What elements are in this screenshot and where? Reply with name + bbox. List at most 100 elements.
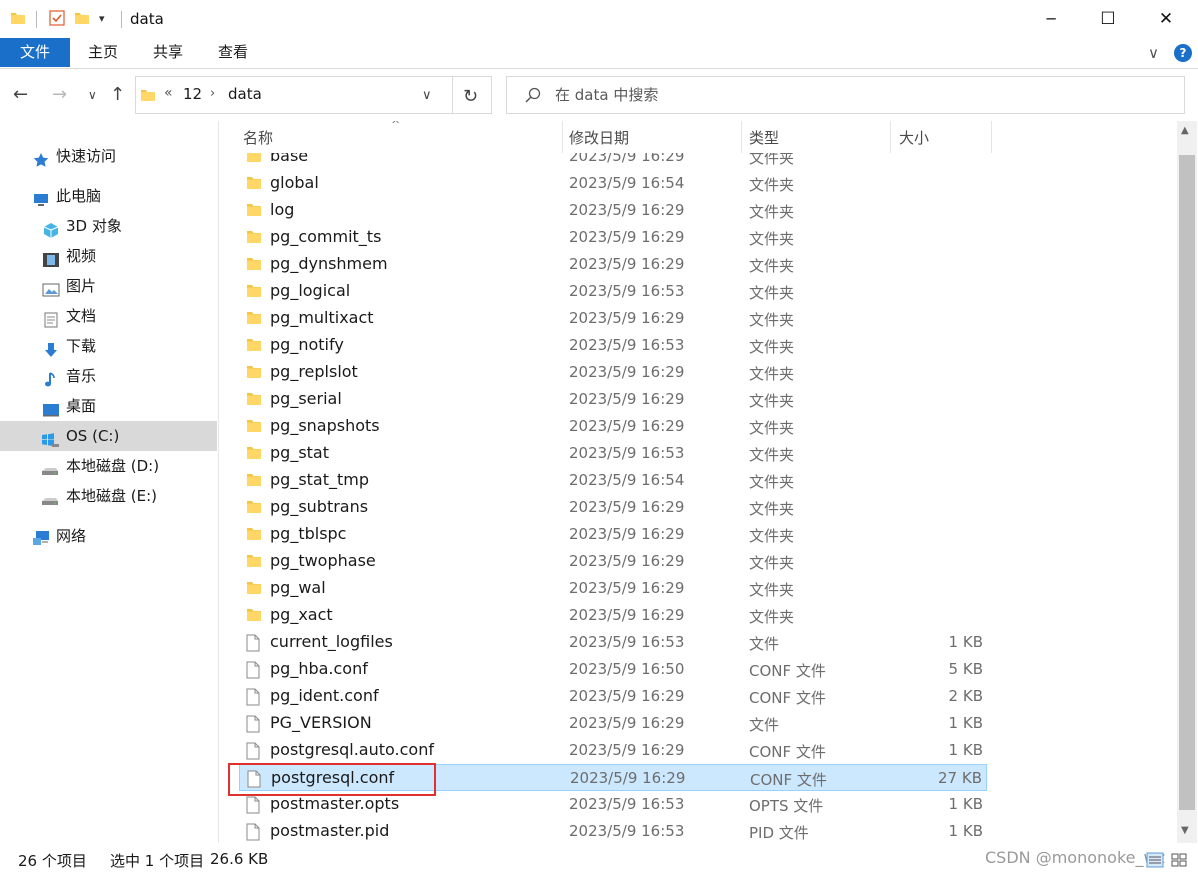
file-row[interactable]: pg_twophase 2023/5/9 16:29 文件夹 (239, 548, 987, 575)
file-row[interactable]: pg_multixact 2023/5/9 16:29 文件夹 (239, 305, 987, 332)
file-row[interactable]: pg_snapshots 2023/5/9 16:29 文件夹 (239, 413, 987, 440)
file-row[interactable]: pg_stat 2023/5/9 16:53 文件夹 (239, 440, 987, 467)
file-type: CONF 文件 (749, 743, 826, 761)
address-bar[interactable]: « 12 › data ∨ ↻ (135, 76, 492, 114)
column-type[interactable]: 类型 (749, 127, 779, 148)
file-row[interactable]: pg_subtrans 2023/5/9 16:29 文件夹 (239, 494, 987, 521)
file-row[interactable]: pg_hba.conf 2023/5/9 16:50 CONF 文件 5 KB (239, 656, 987, 683)
chevron-down-icon[interactable]: ∨ (422, 88, 432, 103)
file-row[interactable]: pg_logical 2023/5/9 16:53 文件夹 (239, 278, 987, 305)
file-row[interactable]: pg_replslot 2023/5/9 16:29 文件夹 (239, 359, 987, 386)
folder-icon (246, 283, 262, 303)
back-button[interactable]: ← (13, 84, 28, 105)
tab-view[interactable]: 查看 (215, 38, 251, 66)
sidebar-item-pictures[interactable]: 图片 (0, 271, 217, 301)
file-row[interactable]: pg_serial 2023/5/9 16:29 文件夹 (239, 386, 987, 413)
file-size: 27 KB (938, 769, 982, 787)
file-type: 文件夹 (749, 365, 795, 383)
vertical-scrollbar[interactable]: ▲ ▼ (1177, 121, 1197, 843)
file-row[interactable]: pg_commit_ts 2023/5/9 16:29 文件夹 (239, 224, 987, 251)
folder-icon (246, 580, 262, 600)
column-date-modified[interactable]: 修改日期 (569, 127, 629, 148)
large-icons-view-icon[interactable] (1170, 852, 1188, 872)
overflow-chevron-icon[interactable]: « (164, 85, 173, 101)
customize-toolbar-icon[interactable]: ▾ (99, 12, 105, 25)
column-divider[interactable] (741, 121, 742, 153)
search-input[interactable] (555, 85, 1155, 105)
sidebar-item-os-c[interactable]: OS (C:) (0, 421, 217, 451)
file-row[interactable]: pg_xact 2023/5/9 16:29 文件夹 (239, 602, 987, 629)
help-icon[interactable]: ? (1174, 44, 1192, 62)
file-type: 文件夹 (749, 554, 795, 572)
breadcrumb-separator-icon[interactable]: › (210, 86, 215, 101)
file-date: 2023/5/9 16:50 (569, 660, 685, 678)
sidebar-item-music[interactable]: 音乐 (0, 361, 217, 391)
sidebar-item-local-disk-e[interactable]: 本地磁盘 (E:) (0, 481, 217, 511)
file-size: 1 KB (948, 633, 983, 651)
minimize-button[interactable]: ─ (1028, 0, 1074, 38)
file-row[interactable]: postgresql.auto.conf 2023/5/9 16:29 CONF 文… (239, 737, 987, 764)
scroll-thumb[interactable] (1179, 155, 1195, 810)
address-divider (452, 77, 453, 113)
folder-icon (246, 202, 262, 222)
column-name[interactable]: 名称 (243, 127, 273, 148)
column-divider[interactable] (890, 121, 891, 153)
breadcrumb-data[interactable]: data (228, 85, 262, 103)
tab-share[interactable]: 共享 (150, 38, 186, 66)
file-row[interactable]: pg_tblspc 2023/5/9 16:29 文件夹 (239, 521, 987, 548)
sidebar-item-desktop[interactable]: 桌面 (0, 391, 217, 421)
quick-access-star-icon (32, 148, 50, 167)
tab-file[interactable]: 文件 (0, 38, 70, 67)
file-date: 2023/5/9 16:29 (569, 255, 685, 273)
file-type: 文件夹 (749, 446, 795, 464)
sidebar-item-this-pc[interactable]: 此电脑 (0, 181, 217, 211)
file-name: pg_wal (270, 578, 326, 597)
search-box[interactable] (506, 76, 1185, 114)
minimize-icon: ─ (1046, 10, 1056, 28)
folder-icon (246, 175, 262, 195)
close-icon: ✕ (1158, 9, 1174, 29)
file-row[interactable]: postmaster.pid 2023/5/9 16:53 PID 文件 1 KB (239, 818, 987, 843)
breadcrumb-12[interactable]: 12 (183, 85, 202, 103)
file-row[interactable]: pg_wal 2023/5/9 16:29 文件夹 (239, 575, 987, 602)
up-button[interactable]: ↑ (110, 84, 125, 105)
details-view-icon[interactable] (1146, 852, 1164, 872)
file-row[interactable]: global 2023/5/9 16:54 文件夹 (239, 170, 987, 197)
folder-icon[interactable] (10, 10, 26, 30)
new-folder-icon[interactable] (74, 10, 90, 30)
sidebar-item-label: 本地磁盘 (D:) (66, 457, 160, 475)
file-type: 文件夹 (749, 230, 795, 248)
scroll-up-icon[interactable]: ▲ (1181, 125, 1189, 136)
file-type: 文件夹 (749, 500, 795, 518)
file-row[interactable]: pg_ident.conf 2023/5/9 16:29 CONF 文件 2 KB (239, 683, 987, 710)
sidebar-item-local-disk-d[interactable]: 本地磁盘 (D:) (0, 451, 217, 481)
file-name: pg_twophase (270, 551, 376, 570)
file-date: 2023/5/9 16:29 (569, 417, 685, 435)
title-bar: ▾ data ─ ☐ ✕ (0, 0, 1198, 38)
tab-home[interactable]: 主页 (85, 38, 121, 66)
file-row[interactable]: pg_notify 2023/5/9 16:53 文件夹 (239, 332, 987, 359)
refresh-button[interactable]: ↻ (463, 86, 478, 107)
maximize-button[interactable]: ☐ (1085, 0, 1131, 38)
file-row[interactable]: log 2023/5/9 16:29 文件夹 (239, 197, 987, 224)
file-row[interactable]: pg_stat_tmp 2023/5/9 16:54 文件夹 (239, 467, 987, 494)
file-row[interactable]: current_logfiles 2023/5/9 16:53 文件 1 KB (239, 629, 987, 656)
column-size[interactable]: 大小 (899, 127, 929, 148)
sidebar-item-3d-objects[interactable]: 3D 对象 (0, 211, 217, 241)
file-date: 2023/5/9 16:54 (569, 174, 685, 192)
scroll-down-icon[interactable]: ▼ (1181, 825, 1189, 836)
sidebar-item-quick-access[interactable]: 快速访问 (0, 141, 217, 171)
expand-ribbon-icon[interactable]: ∨ (1148, 44, 1159, 62)
column-divider[interactable] (991, 121, 992, 153)
file-row[interactable]: pg_dynshmem 2023/5/9 16:29 文件夹 (239, 251, 987, 278)
close-button[interactable]: ✕ (1143, 0, 1189, 38)
properties-icon[interactable] (48, 9, 66, 31)
column-divider[interactable] (562, 121, 563, 153)
file-row[interactable]: PG_VERSION 2023/5/9 16:29 文件 1 KB (239, 710, 987, 737)
sidebar-item-videos[interactable]: 视频 (0, 241, 217, 271)
sidebar-item-network[interactable]: 网络 (0, 521, 217, 551)
forward-button[interactable]: → (52, 84, 67, 105)
sidebar-item-documents[interactable]: 文档 (0, 301, 217, 331)
sidebar-item-downloads[interactable]: 下载 (0, 331, 217, 361)
recent-locations-icon[interactable]: ∨ (88, 88, 97, 102)
